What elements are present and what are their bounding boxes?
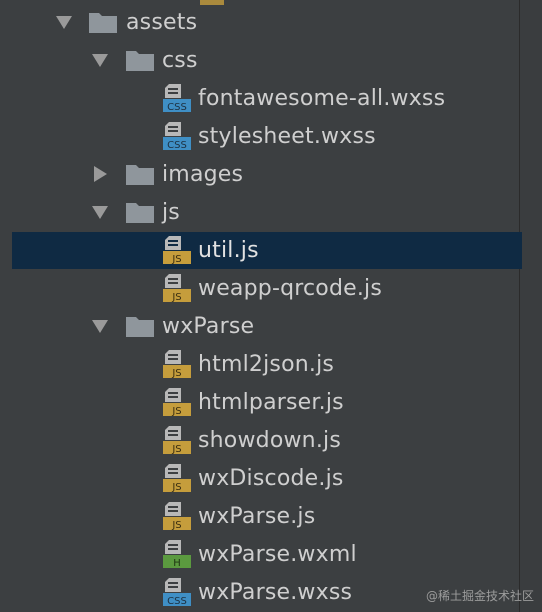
panel-scroll-gutter xyxy=(519,0,542,612)
tree-row-label: htmlparser.js xyxy=(198,390,344,415)
tree-row-label: wxParse xyxy=(162,314,255,339)
tree-row-wxparse-js[interactable]: JS wxParse.js xyxy=(12,498,522,535)
css-file-icon: CSS xyxy=(163,84,191,112)
tree-row-assets[interactable]: assets xyxy=(12,4,522,41)
svg-text:JS: JS xyxy=(171,292,181,302)
tree-row-label: stylesheet.wxss xyxy=(198,124,376,149)
js-file-icon: JS xyxy=(163,464,191,492)
tree-row-label: util.js xyxy=(198,238,259,263)
svg-text:CSS: CSS xyxy=(167,102,187,112)
css-file-icon: CSS xyxy=(163,122,191,150)
css-file-icon: CSS xyxy=(163,578,191,606)
html-file-icon: H xyxy=(163,540,191,568)
tree-row-weapp-qrcode[interactable]: JS weapp-qrcode.js xyxy=(12,270,522,307)
tree-row-label: js xyxy=(162,200,180,225)
svg-text:JS: JS xyxy=(171,482,181,492)
tree-row-fontawesome-all[interactable]: CSS fontawesome-all.wxss xyxy=(12,80,522,117)
svg-text:JS: JS xyxy=(171,520,181,530)
js-file-icon: JS xyxy=(163,350,191,378)
tree-row-label: weapp-qrcode.js xyxy=(198,276,383,301)
tree-row-label: wxDiscode.js xyxy=(198,466,344,491)
svg-text:JS: JS xyxy=(171,406,181,416)
js-file-icon: JS xyxy=(163,388,191,416)
tree-row-css[interactable]: css xyxy=(12,42,522,79)
watermark: @稀土掘金技术社区 xyxy=(425,589,534,603)
tree-row-js-folder[interactable]: js xyxy=(12,194,522,231)
tree-row-wxdiscode[interactable]: JS wxDiscode.js xyxy=(12,460,522,497)
svg-text:JS: JS xyxy=(171,368,181,378)
svg-text:CSS: CSS xyxy=(167,596,187,606)
chevron-down-icon[interactable] xyxy=(92,206,108,219)
chevron-down-icon[interactable] xyxy=(92,54,108,67)
js-file-icon: JS xyxy=(163,274,191,302)
tree-row-label: showdown.js xyxy=(198,428,341,453)
js-file-icon: JS xyxy=(163,426,191,454)
tree-row-wxparse-wxml[interactable]: H wxParse.wxml xyxy=(12,536,522,573)
folder-icon xyxy=(126,51,154,71)
tree-row-label: assets xyxy=(126,10,198,35)
tree-row-wxparse-folder[interactable]: wxParse xyxy=(12,308,522,345)
folder-icon xyxy=(126,203,154,223)
svg-text:CSS: CSS xyxy=(167,140,187,150)
tree-row-images[interactable]: images xyxy=(12,156,522,193)
chevron-down-icon[interactable] xyxy=(92,320,108,333)
tree-row-label: wxParse.js xyxy=(198,504,316,529)
folder-icon xyxy=(126,317,154,337)
project-file-tree: assets css CSS fontawesome-all.wxss CSS … xyxy=(0,0,542,612)
tree-row-stylesheet[interactable]: CSS stylesheet.wxss xyxy=(12,118,522,155)
tree-row-html2json[interactable]: JS html2json.js xyxy=(12,346,522,383)
tree-row-showdown[interactable]: JS showdown.js xyxy=(12,422,522,459)
tree-row-label: wxParse.wxml xyxy=(198,542,357,567)
tree-row-label: html2json.js xyxy=(198,352,335,377)
chevron-right-icon[interactable] xyxy=(94,166,107,182)
js-file-icon: JS xyxy=(163,502,191,530)
svg-text:JS: JS xyxy=(171,254,181,264)
folder-icon xyxy=(89,13,117,33)
tree-row-util-js[interactable]: JS util.js xyxy=(12,232,522,269)
tree-row-label: fontawesome-all.wxss xyxy=(198,86,446,111)
svg-text:JS: JS xyxy=(171,444,181,454)
tree-row-htmlparser[interactable]: JS htmlparser.js xyxy=(12,384,522,421)
tree-row-label: css xyxy=(162,48,198,73)
chevron-down-icon[interactable] xyxy=(56,16,72,29)
tree-row-label: images xyxy=(162,162,244,187)
tree-row-label: wxParse.wxss xyxy=(198,580,353,605)
folder-icon xyxy=(126,165,154,185)
svg-text:H: H xyxy=(173,558,181,568)
js-file-icon: JS xyxy=(163,236,191,264)
